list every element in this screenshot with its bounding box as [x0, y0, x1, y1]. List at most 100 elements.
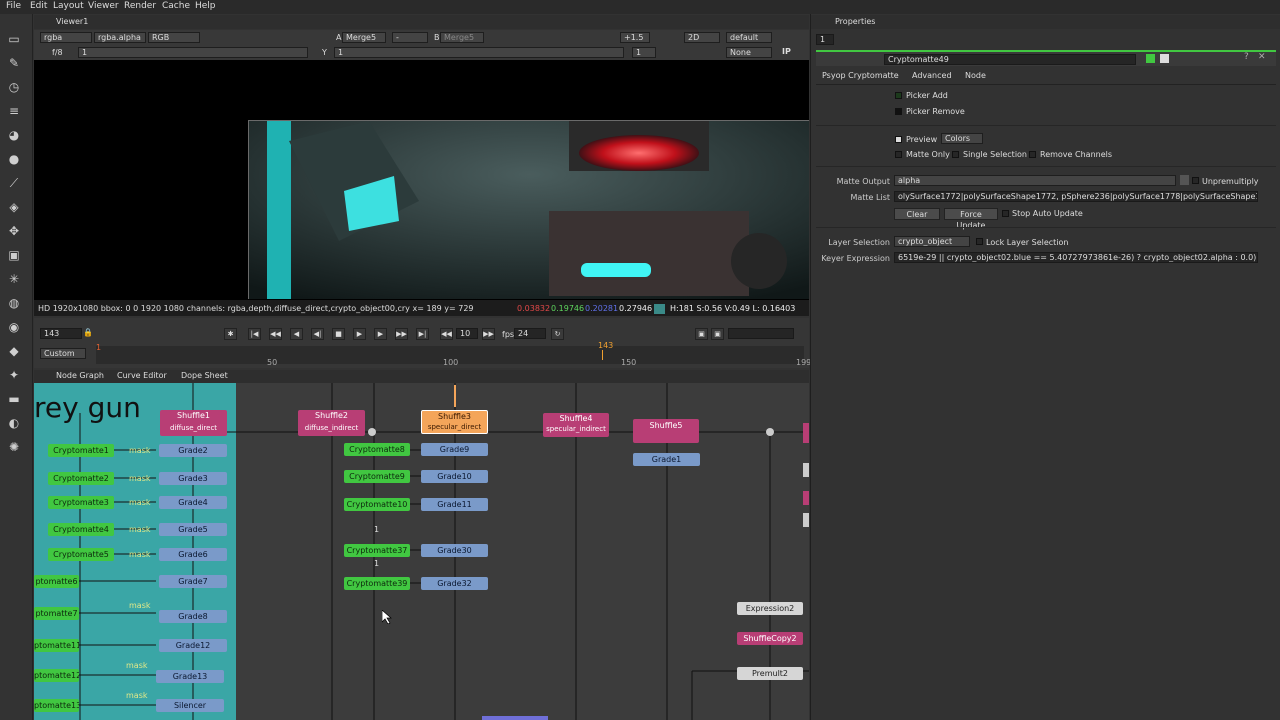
first-frame-icon[interactable]: |◀	[248, 328, 261, 340]
particles-icon[interactable]: ✳	[7, 272, 21, 286]
display-dropdown[interactable]: RGB	[148, 32, 200, 43]
playhead[interactable]	[602, 350, 603, 360]
menu-help[interactable]: Help	[195, 1, 216, 11]
lut-dropdown[interactable]: default	[726, 32, 772, 43]
next-keyframe-icon[interactable]: ▶▶	[395, 328, 408, 340]
matte-only-checkbox[interactable]	[895, 151, 902, 158]
out-point-icon[interactable]: ▣	[711, 328, 724, 340]
in-point-icon[interactable]: ▣	[695, 328, 708, 340]
toolsets-icon[interactable]: ✦	[7, 368, 21, 382]
node-cryptomatte7[interactable]: ptomatte7	[34, 607, 79, 620]
gain-field[interactable]: +1.5	[620, 32, 650, 43]
range-mode-dropdown[interactable]: Custom	[40, 348, 86, 359]
node-cryptomatte37[interactable]: Cryptomatte37	[344, 544, 410, 557]
remove-channels-checkbox[interactable]	[1029, 151, 1036, 158]
time-icon[interactable]: ◷	[7, 80, 21, 94]
settings-icon[interactable]: ✱	[224, 328, 237, 340]
nuke-icon[interactable]: ✺	[7, 440, 21, 454]
matte-list-field[interactable]: olySurface1772|polySurfaceShape1772, pSp…	[894, 191, 1258, 202]
keyer-icon[interactable]: ⟋	[7, 176, 21, 190]
tab-curve-editor[interactable]: Curve Editor	[117, 370, 167, 382]
node-shuffle3[interactable]: Shuffle3 specular_direct	[421, 410, 488, 434]
node-shufflecopy2[interactable]: ShuffleCopy2	[737, 632, 803, 645]
node-shuffle4[interactable]: Shuffle4 specular_indirect	[543, 413, 609, 437]
tab-node[interactable]: Node	[965, 70, 986, 82]
ip-button[interactable]: IP	[782, 47, 791, 56]
picker-add-icon[interactable]	[895, 92, 902, 99]
node-cryptomatte8[interactable]: Cryptomatte8	[344, 443, 410, 456]
node-cryptomatte13[interactable]: ptomatte13	[34, 699, 79, 712]
node-grade5[interactable]: Grade5	[159, 523, 227, 536]
node-grade7[interactable]: Grade7	[159, 575, 227, 588]
node-color-swatch[interactable]	[1146, 54, 1155, 63]
metadata-icon[interactable]: ◆	[7, 344, 21, 358]
loop-icon[interactable]: ↻	[551, 328, 564, 340]
max-panels-field[interactable]: 1	[816, 34, 834, 45]
node-grade4[interactable]: Grade4	[159, 496, 227, 509]
node-grade3[interactable]: Grade3	[159, 472, 227, 485]
link-icon[interactable]	[1180, 175, 1189, 185]
preview-mode-dropdown[interactable]: Colors	[941, 133, 983, 144]
force-update-button[interactable]: Force Update	[944, 208, 998, 230]
menu-render[interactable]: Render	[124, 1, 156, 11]
node-shuffle1[interactable]: Shuffle1 diffuse_direct	[160, 410, 227, 436]
skip-back-icon[interactable]: ◀◀	[440, 328, 453, 340]
mode-dropdown[interactable]: 2D	[684, 32, 720, 43]
node-grade11[interactable]: Grade11	[421, 498, 488, 511]
node-cryptomatte10[interactable]: Cryptomatte10	[344, 498, 410, 511]
prev-keyframe-icon[interactable]: ◀◀	[269, 328, 282, 340]
color-icon[interactable]: ◕	[7, 128, 21, 142]
menu-viewer[interactable]: Viewer	[88, 1, 119, 11]
b-input-dropdown[interactable]: Merge5	[440, 32, 484, 43]
views-icon[interactable]: ◉	[7, 320, 21, 334]
last-frame-icon[interactable]: ▶|	[416, 328, 429, 340]
play-backward-icon[interactable]: ◀|	[311, 328, 324, 340]
increment-field[interactable]: 10	[456, 328, 478, 339]
node-grade12[interactable]: Grade12	[159, 639, 227, 652]
stop-auto-update-checkbox[interactable]	[1002, 210, 1009, 217]
menu-file[interactable]: File	[6, 1, 21, 11]
other-icon[interactable]: ▬	[7, 392, 21, 406]
proxy-dropdown[interactable]: 1	[632, 47, 656, 58]
offscreen-node[interactable]	[803, 491, 809, 505]
node-cryptomatte39[interactable]: Cryptomatte39	[344, 577, 410, 590]
node-shuffle5[interactable]: Shuffle5	[633, 419, 699, 443]
frame-field[interactable]: 143	[40, 328, 82, 339]
tab-psyop-cryptomatte[interactable]: Psyop Cryptomatte	[822, 70, 899, 82]
menu-edit[interactable]: Edit	[30, 1, 47, 11]
preview-checkbox[interactable]	[895, 136, 902, 143]
next-frame-icon[interactable]: ▶	[374, 328, 387, 340]
node-grade6[interactable]: Grade6	[159, 548, 227, 561]
single-selection-checkbox[interactable]	[952, 151, 959, 158]
node-grade9[interactable]: Grade9	[421, 443, 488, 456]
node-grade13[interactable]: Grade13	[156, 670, 224, 683]
node-grade2[interactable]: Grade2	[159, 444, 227, 457]
current-frame-marker[interactable]: 143	[598, 341, 613, 350]
merge-icon[interactable]: ◈	[7, 200, 21, 214]
menu-layout[interactable]: Layout	[53, 1, 84, 11]
channels-dropdown[interactable]: rgba	[40, 32, 92, 43]
picker-remove-icon[interactable]	[895, 108, 902, 115]
node-font-color-swatch[interactable]	[1160, 54, 1169, 63]
tab-properties[interactable]: Properties	[835, 16, 875, 28]
alpha-dropdown[interactable]: rgba.alpha	[94, 32, 146, 43]
menu-cache[interactable]: Cache	[162, 1, 190, 11]
tab-dope-sheet[interactable]: Dope Sheet	[181, 370, 228, 382]
filter-icon[interactable]: ●	[7, 152, 21, 166]
rendered-image[interactable]	[248, 120, 809, 299]
transform-icon[interactable]: ✥	[7, 224, 21, 238]
deep-icon[interactable]: ◍	[7, 296, 21, 310]
node-cryptomatte11[interactable]: ptomatte11	[34, 639, 79, 652]
tab-advanced[interactable]: Advanced	[912, 70, 952, 82]
offscreen-node[interactable]	[803, 463, 809, 477]
a-input-dropdown[interactable]: Merge5	[342, 32, 386, 43]
image-icon[interactable]: ▭	[7, 32, 21, 46]
range-field[interactable]	[728, 328, 794, 339]
node-expression2[interactable]: Expression2	[737, 602, 803, 615]
none-dropdown[interactable]: None	[726, 47, 772, 58]
offscreen-node[interactable]	[803, 513, 809, 527]
channel-icon[interactable]: ≡	[7, 104, 21, 118]
node-grade10[interactable]: Grade10	[421, 470, 488, 483]
node-silencer[interactable]: Silencer	[156, 699, 224, 712]
layer-selection-dropdown[interactable]: crypto_object	[894, 236, 970, 247]
